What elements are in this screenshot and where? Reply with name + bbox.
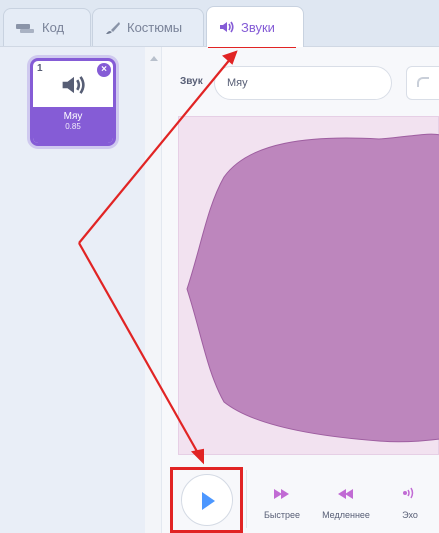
speaker-icon xyxy=(219,21,235,33)
annotation-arrows xyxy=(78,50,238,465)
tab-sounds[interactable]: Звуки xyxy=(206,6,304,47)
tab-sounds-label: Звуки xyxy=(241,19,275,35)
